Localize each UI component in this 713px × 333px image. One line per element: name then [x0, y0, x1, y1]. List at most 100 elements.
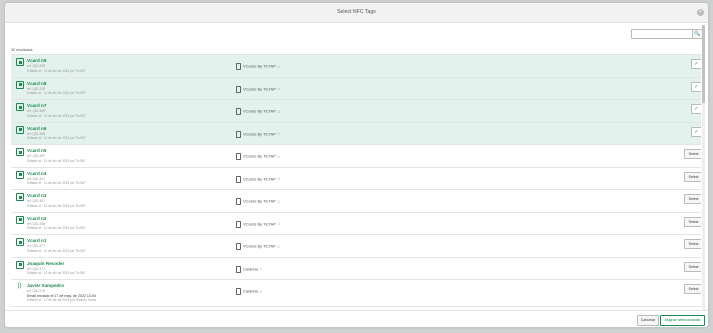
tag-edited-status: Editado el · 11 de dic de 2023 por TicTA…	[27, 226, 86, 230]
tag-template-label: VCards By TicTAP	[243, 108, 276, 114]
tag-icon	[16, 148, 24, 156]
warning-icon: ⚠	[276, 221, 281, 227]
select-button[interactable]: Select	[684, 171, 701, 182]
tag-row[interactable]: Vcard n2 ref: Q8J-36B Editado el · 11 de d…	[11, 212, 701, 235]
check-icon[interactable]: ✓	[691, 104, 701, 114]
warning-icon: ⚠	[276, 131, 281, 137]
check-icon[interactable]: ✓	[691, 81, 701, 92]
phone-icon	[236, 265, 241, 273]
tag-ref: ref: Q8J-33F	[27, 154, 45, 158]
tag-row[interactable]: Vcard n1 ref: Q8J-37J Editado el · 11 de d…	[11, 235, 701, 258]
warning-icon: ⚠	[258, 266, 263, 272]
tag-edited-status: Editado el · 11 de dic de 2023 por TicTA…	[27, 91, 86, 95]
select-button[interactable]: Select	[684, 239, 701, 249]
tag-row[interactable]: )) Javier Sampedro ref: Q8J-21H Email envia…	[11, 280, 701, 307]
tag-name[interactable]: Vcard n4	[27, 171, 46, 176]
tag-icon	[16, 215, 24, 224]
tag-name[interactable]: Vcard n3	[27, 193, 46, 198]
check-icon[interactable]: ✓	[691, 59, 701, 69]
tag-ref: ref: Q8J-21H	[27, 289, 46, 293]
tag-edited-status: Editado el · 11 de dic de 2023 por TicTA…	[27, 113, 86, 118]
tag-name[interactable]: Vcard n2	[27, 216, 46, 221]
tag-edited-status: Editado el · 17 de dic de 2024 por Ricar…	[27, 298, 97, 302]
warning-icon: ⚠	[276, 198, 281, 204]
tag-edited-status: Editado el · 11 de dic de 2023 por TicTA…	[27, 136, 86, 140]
tag-row[interactable]: Vcard n3 ref: Q8J-38J Editado el · 11 de d…	[11, 190, 701, 213]
tag-row[interactable]: Joaquín Recoder ref: Q8J-37J Editado el · …	[11, 257, 701, 280]
scrollbar-thumb[interactable]	[702, 25, 705, 103]
warning-icon: ⚠	[276, 153, 281, 159]
tag-ref: ref: Q8J-35B	[27, 131, 46, 136]
tag-ref: ref: Q8J-39B	[27, 64, 46, 68]
scrollbar[interactable]	[702, 25, 705, 310]
tag-row[interactable]: Vcard n5 ref: Q8J-33F Editado el · 11 de d…	[11, 145, 701, 168]
cancel-button[interactable]: Cancelar	[637, 315, 659, 326]
tag-name[interactable]: Vcard n1	[27, 238, 46, 243]
check-icon[interactable]: ✓	[691, 126, 701, 137]
modal-title: Select NFC Tags	[337, 9, 376, 15]
warning-icon: ⚠	[276, 108, 281, 114]
tag-template-label: VCards By TicTAP	[243, 198, 276, 204]
tag-row[interactable]: Vcard n9 ref: Q8J-39B Editado el · 11 de d…	[11, 55, 701, 78]
tag-template-label: VCards By TicTAP	[243, 63, 276, 69]
phone-icon	[236, 130, 241, 138]
tag-name[interactable]: Javier Sampedro	[27, 283, 64, 288]
tag-edited-status: Editado el · 11 de dic de 2023 por TicTA…	[27, 158, 86, 163]
close-icon[interactable]: ×	[697, 9, 704, 16]
warning-icon: ⚠	[276, 63, 281, 69]
warning-icon: ⚠	[258, 288, 263, 294]
tag-icon	[16, 170, 24, 179]
select-button[interactable]: Select	[684, 194, 701, 204]
select-nfc-tags-modal: Select NFC Tags × 🔍 30 resultados Vcard …	[5, 3, 708, 327]
email-sent-note: Email enviado el 17 de may. de 2022 13:0…	[27, 293, 96, 298]
tag-name[interactable]: Vcard n7	[27, 103, 46, 108]
tag-name[interactable]: Vcard n6	[27, 126, 46, 131]
phone-icon	[236, 288, 241, 295]
tag-row[interactable]: Vcard n6 ref: Q8J-35B Editado el · 11 de d…	[11, 122, 701, 145]
tag-name[interactable]: Vcard n9	[27, 58, 46, 63]
tag-template-label: VCards By TicTAP	[243, 131, 276, 137]
modal-header: Select NFC Tags ×	[5, 3, 708, 23]
tag-ref: ref: Q8J-32B	[27, 86, 46, 91]
tag-template: Calabria⚠	[236, 265, 263, 273]
phone-icon	[236, 63, 241, 70]
assign-selected-button[interactable]: Asignar seleccionadas	[660, 315, 705, 326]
search-input[interactable]	[631, 29, 695, 39]
tag-template-label: VCards By TicTAP	[243, 176, 276, 182]
phone-icon	[236, 108, 241, 115]
tag-name[interactable]: Vcard n8	[27, 81, 46, 86]
select-button[interactable]: Select	[684, 261, 701, 272]
select-button[interactable]: Select	[684, 149, 701, 159]
phone-icon	[236, 243, 241, 250]
tag-icon	[16, 260, 24, 269]
tag-ref: ref: Q8J-36B	[27, 221, 46, 226]
tag-icon	[16, 238, 24, 246]
tag-row[interactable]: Vcard n8 ref: Q8J-32B Editado el · 11 de d…	[11, 77, 701, 100]
tag-template: VCards By TicTAP⚠	[236, 198, 280, 205]
tag-row[interactable]: Vcard n4 ref: Q8J-34J Editado el · 11 de d…	[11, 167, 701, 190]
modal-footer: Cancelar Asignar seleccionadas	[5, 310, 708, 327]
tag-template-label: VCards By TicTAP	[243, 243, 276, 249]
tag-template: VCards By TicTAP⚠	[236, 130, 281, 138]
tag-icon	[16, 125, 24, 134]
tag-name[interactable]: Vcard n5	[27, 148, 46, 153]
phone-icon	[236, 175, 241, 183]
tag-template: VCards By TicTAP⚠	[236, 153, 280, 160]
phone-icon	[236, 198, 241, 205]
phone-icon	[236, 153, 241, 160]
warning-icon: ⚠	[276, 243, 281, 249]
tag-template-label: VCards By TicTAP	[243, 86, 276, 92]
tag-template: VCards By TicTAP⚠	[236, 63, 280, 70]
tag-icon	[16, 80, 24, 89]
warning-icon: ⚠	[276, 176, 281, 182]
tag-template-label: Calabria	[243, 288, 258, 294]
tag-edited-status: Editado el · 11 de dic de 2023 por TicTA…	[27, 248, 86, 253]
select-button[interactable]: Select	[684, 284, 701, 294]
tag-name[interactable]: Joaquín Recoder	[27, 261, 64, 266]
tag-ref: ref: Q8J-37J	[27, 244, 45, 248]
tag-template-label: VCards By TicTAP	[243, 221, 276, 227]
select-button[interactable]: Select	[684, 216, 701, 227]
tag-row[interactable]: Vcard n7 ref: Q8J-36B Editado el · 11 de d…	[11, 100, 701, 123]
tag-list: Vcard n9 ref: Q8J-39B Editado el · 11 de d…	[11, 54, 701, 310]
search-bar: 🔍	[631, 29, 703, 39]
